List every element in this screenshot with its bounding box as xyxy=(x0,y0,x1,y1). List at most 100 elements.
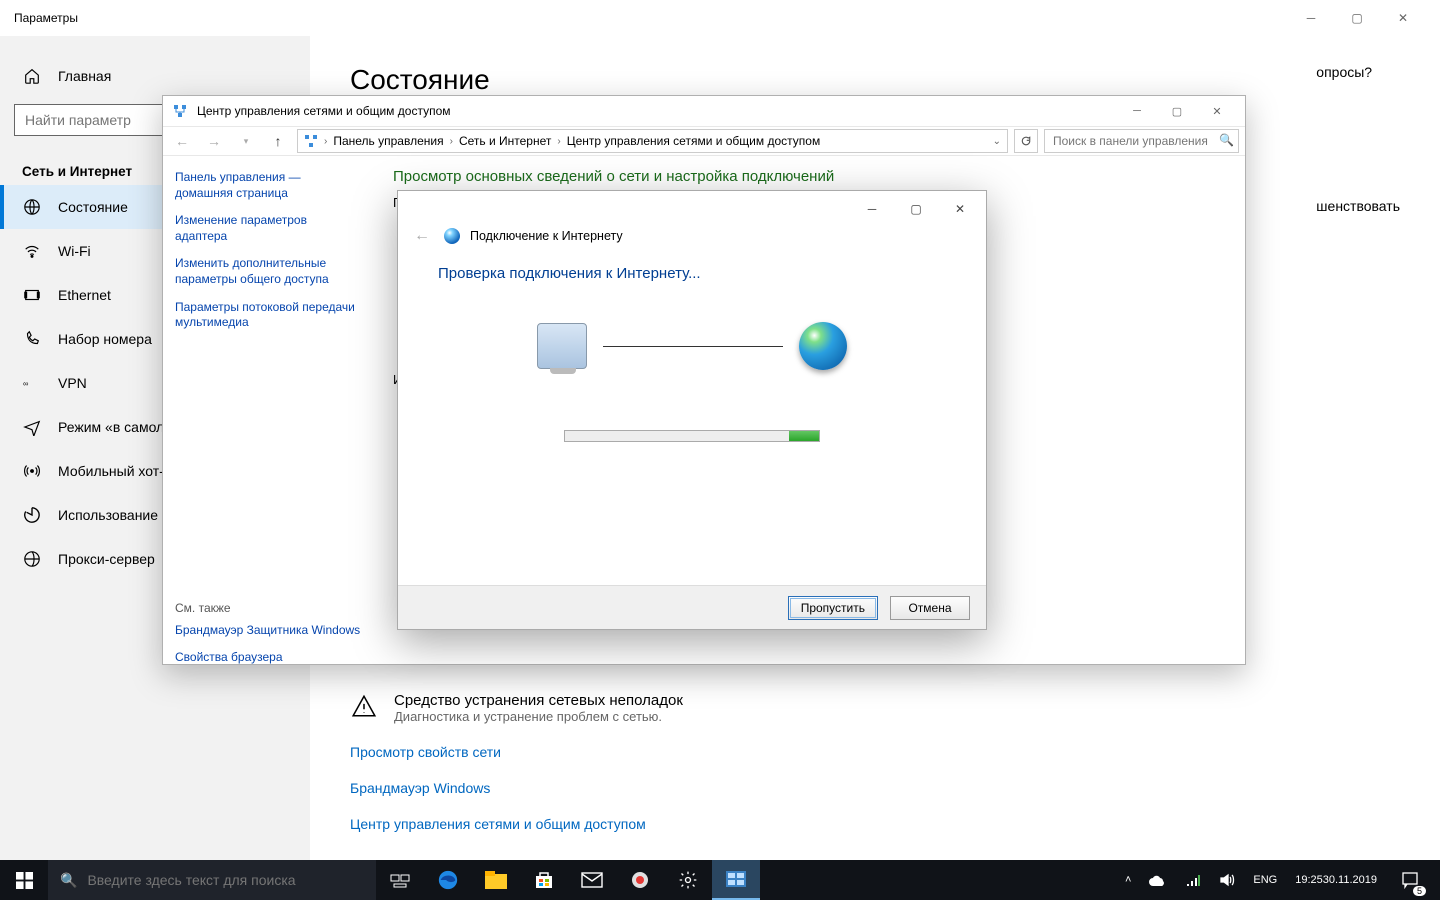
wizard-header: ← Подключение к Интернету xyxy=(398,227,986,255)
taskbar-explorer[interactable] xyxy=(472,860,520,900)
settings-titlebar: Параметры ─ ▢ ✕ xyxy=(0,0,1440,36)
skip-button[interactable]: Пропустить xyxy=(788,596,878,620)
proxy-icon xyxy=(22,549,42,569)
progress-fill xyxy=(789,431,819,441)
breadcrumb[interactable]: › Панель управления › Сеть и Интернет › … xyxy=(297,129,1008,153)
wizard-content: Проверка подключения к Интернету... xyxy=(398,255,986,585)
cp-link-browser-properties[interactable]: Свойства браузера xyxy=(175,650,361,664)
connection-diagram xyxy=(438,306,946,386)
cp-link-advanced-sharing[interactable]: Изменить дополнительные параметры общего… xyxy=(175,256,361,287)
breadcrumb-dropdown-icon[interactable]: ⌄ xyxy=(993,136,1001,147)
sidebar-item-label: Набор номера xyxy=(58,331,152,347)
taskbar-edge[interactable] xyxy=(424,860,472,900)
maximize-button[interactable]: ▢ xyxy=(1334,0,1380,36)
tray-network-icon[interactable] xyxy=(1180,860,1206,900)
cp-window-controls: ─ ▢ ✕ xyxy=(1117,97,1237,125)
connection-line xyxy=(603,346,783,347)
wizard-minimize-button[interactable]: ─ xyxy=(850,194,894,224)
sidebar-home-label: Главная xyxy=(58,68,111,84)
nav-back-button[interactable]: ← xyxy=(169,128,195,154)
tray-date: 30.11.2019 xyxy=(1323,874,1377,886)
cancel-button[interactable]: Отмена xyxy=(890,596,970,620)
sidebar-item-label: Состояние xyxy=(58,199,128,215)
nav-recent-button[interactable]: ▾ xyxy=(233,128,259,154)
minimize-button[interactable]: ─ xyxy=(1288,0,1334,36)
cp-link-home[interactable]: Панель управления — домашняя страница xyxy=(175,170,361,201)
ethernet-icon xyxy=(22,285,42,305)
cp-maximize-button[interactable]: ▢ xyxy=(1157,97,1197,125)
close-button[interactable]: ✕ xyxy=(1380,0,1426,36)
taskbar-settings[interactable] xyxy=(664,860,712,900)
nav-up-button[interactable]: ↑ xyxy=(265,128,291,154)
wizard-titlebar: ─ ▢ ✕ xyxy=(398,191,986,227)
cp-address-bar: ← → ▾ ↑ › Панель управления › Сеть и Инт… xyxy=(163,126,1245,156)
sidebar-item-label: Wi-Fi xyxy=(58,243,91,259)
datausage-icon xyxy=(22,505,42,525)
refresh-button[interactable] xyxy=(1014,129,1038,153)
wizard-back-button[interactable]: ← xyxy=(414,227,434,245)
search-icon[interactable]: 🔍 xyxy=(1219,133,1234,147)
link-network-center[interactable]: Центр управления сетями и общим доступом xyxy=(350,816,1400,832)
start-button[interactable] xyxy=(0,860,48,900)
tray-volume-icon[interactable] xyxy=(1214,860,1240,900)
internet-connection-wizard: ─ ▢ ✕ ← Подключение к Интернету Проверка… xyxy=(397,190,987,630)
cp-link-media-streaming[interactable]: Параметры потоковой передачи мультимедиа xyxy=(175,300,361,331)
nav-forward-button[interactable]: → xyxy=(201,128,227,154)
troubleshoot-text: Средство устранения сетевых неполадок Ди… xyxy=(394,692,683,724)
help-link-questions[interactable]: опросы? xyxy=(1316,64,1400,80)
computer-icon xyxy=(537,323,587,369)
cp-search-input[interactable] xyxy=(1044,129,1239,153)
chevron-right-icon: › xyxy=(324,136,327,147)
taskbar-control-panel[interactable] xyxy=(712,860,760,900)
tray-time: 19:25 xyxy=(1295,874,1323,886)
sidebar-item-label: Ethernet xyxy=(58,287,111,303)
help-link-improve[interactable]: шенствовать xyxy=(1316,198,1400,214)
settings-window-controls: ─ ▢ ✕ xyxy=(1288,0,1426,36)
cp-close-button[interactable]: ✕ xyxy=(1197,97,1237,125)
tray-clock[interactable]: 19:25 30.11.2019 xyxy=(1290,860,1382,900)
tray-show-hidden-icons[interactable]: ˄ xyxy=(1120,860,1136,900)
svg-text:∞: ∞ xyxy=(23,379,28,388)
sidebar-home[interactable]: Главная xyxy=(0,54,310,98)
taskbar-app-generic[interactable] xyxy=(616,860,664,900)
wifi-icon xyxy=(22,241,42,261)
wizard-footer: Пропустить Отмена xyxy=(398,585,986,629)
cp-link-adapter-settings[interactable]: Изменение параметров адаптера xyxy=(175,213,361,244)
taskbar-search[interactable]: 🔍 xyxy=(48,860,376,900)
dialup-icon xyxy=(22,329,42,349)
tray-language[interactable]: ENG xyxy=(1248,860,1282,900)
tray-notifications[interactable]: 5 xyxy=(1390,860,1430,900)
wizard-title-text: Подключение к Интернету xyxy=(470,229,623,243)
troubleshoot-subtitle: Диагностика и устранение проблем с сетью… xyxy=(394,709,683,724)
wizard-maximize-button[interactable]: ▢ xyxy=(894,194,938,224)
search-icon: 🔍 xyxy=(60,872,77,889)
hotspot-icon xyxy=(22,461,42,481)
settings-title: Параметры xyxy=(14,11,1288,25)
troubleshoot-title: Средство устранения сетевых неполадок xyxy=(394,692,683,709)
wizard-close-button[interactable]: ✕ xyxy=(938,194,982,224)
breadcrumb-root-icon xyxy=(304,134,318,148)
notification-badge: 5 xyxy=(1413,886,1426,896)
airplane-icon xyxy=(22,417,42,437)
task-view-button[interactable] xyxy=(376,860,424,900)
cp-link-defender-firewall[interactable]: Брандмауэр Защитника Windows xyxy=(175,623,361,639)
progress-bar xyxy=(564,430,820,442)
breadcrumb-item[interactable]: Панель управления xyxy=(333,134,443,148)
cp-minimize-button[interactable]: ─ xyxy=(1117,97,1157,125)
link-view-network-props[interactable]: Просмотр свойств сети xyxy=(350,744,1400,760)
page-title: Состояние xyxy=(350,64,1400,96)
sidebar-item-label: Прокси-сервер xyxy=(58,551,155,567)
taskbar-search-input[interactable] xyxy=(87,872,364,888)
cp-titlebar: Центр управления сетями и общим доступом… xyxy=(163,96,1245,126)
taskbar-mail[interactable] xyxy=(568,860,616,900)
tray-onedrive-icon[interactable] xyxy=(1144,860,1172,900)
breadcrumb-item[interactable]: Центр управления сетями и общим доступом xyxy=(567,134,821,148)
cp-see-also-label: См. также xyxy=(175,601,361,615)
internet-globe-icon xyxy=(799,322,847,370)
wizard-heading: Проверка подключения к Интернету... xyxy=(438,265,946,282)
taskbar-store[interactable] xyxy=(520,860,568,900)
wizard-globe-icon xyxy=(444,228,460,244)
troubleshoot-section[interactable]: Средство устранения сетевых неполадок Ди… xyxy=(350,692,1400,724)
link-windows-firewall[interactable]: Брандмауэр Windows xyxy=(350,780,1400,796)
breadcrumb-item[interactable]: Сеть и Интернет xyxy=(459,134,551,148)
